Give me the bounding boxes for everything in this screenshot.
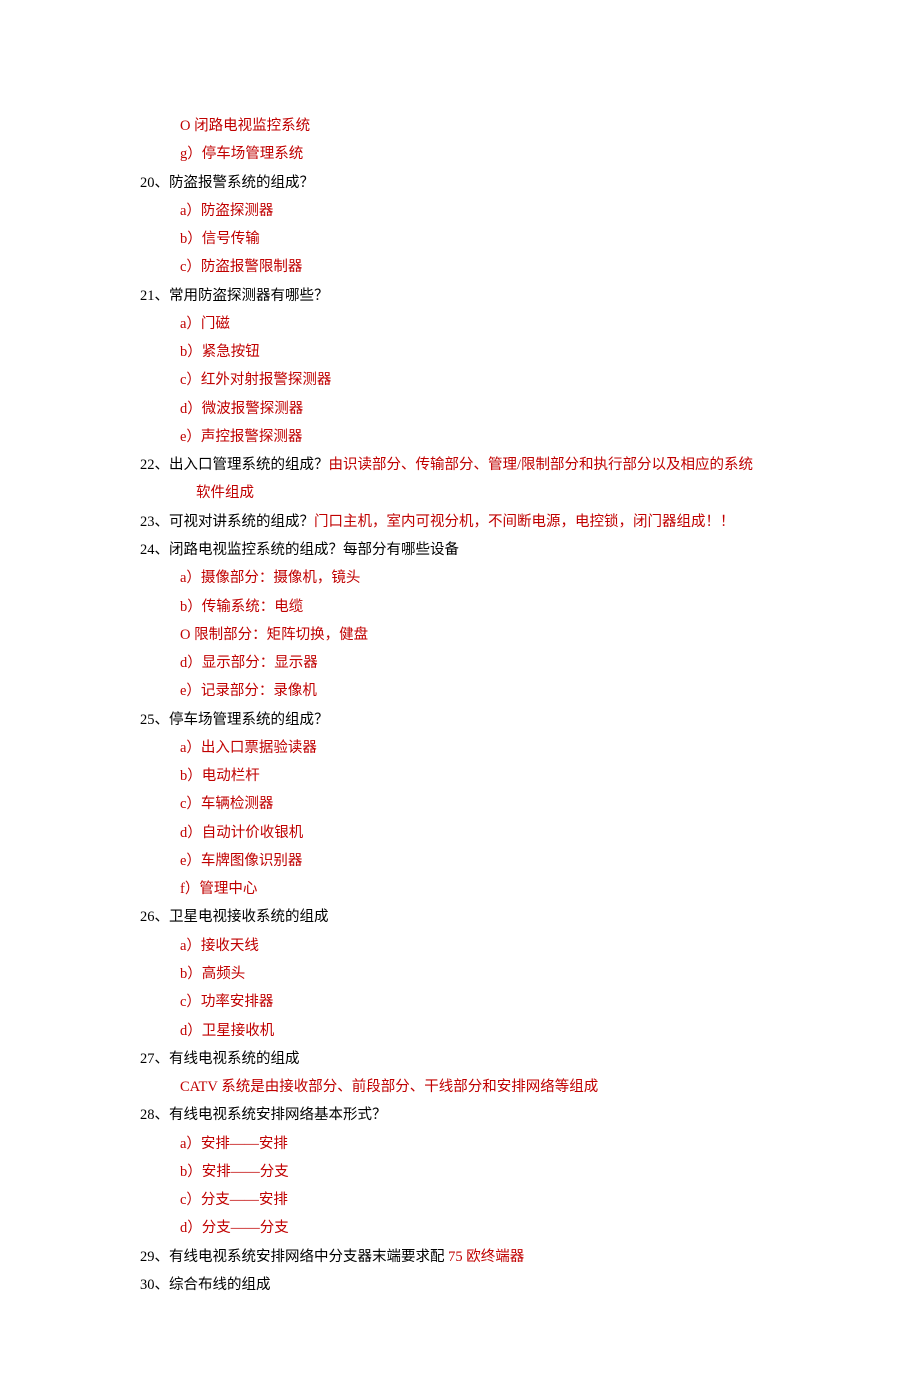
text-line: b）安排――分支 [180,1158,780,1186]
text-span: 75 欧终端器 [448,1249,524,1265]
text-span: 由识读部分、传输部分、管理/限制部分和执行部分以及相应的系统 [329,457,754,473]
text-line: a）接收天线 [180,932,780,960]
text-span: 29、有线电视系统安排网络中分支器末端要求配 [140,1249,448,1265]
text-line: b）高频头 [180,960,780,988]
text-line: b）电动栏杆 [180,762,780,790]
text-line: CATV 系统是由接收部分、前段部分、干线部分和安排网络等组成 [180,1073,780,1101]
text-span: 24、闭路电视监控系统的组成？每部分有哪些设备 [140,542,459,558]
text-line: c）车辆检测器 [180,790,780,818]
text-line: a）出入口票据验读器 [180,734,780,762]
text-line: 28、有线电视系统安排网络基本形式？ [140,1101,780,1129]
text-line: g）停车场管理系统 [180,140,780,168]
text-line: e）车牌图像识别器 [180,847,780,875]
text-line: 22、出入口管理系统的组成？由识读部分、传输部分、管理/限制部分和执行部分以及相… [140,451,780,479]
text-line: b）信号传输 [180,225,780,253]
text-line: d）分支――分支 [180,1214,780,1242]
text-line: a）摄像部分：摄像机，镜头 [180,564,780,592]
text-span: 21、常用防盗探测器有哪些？ [140,288,329,304]
text-line: 23、可视对讲系统的组成？门口主机，室内可视分机，不间断电源，电控锁，闭门器组成… [140,508,780,536]
text-span: 20、防盗报警系统的组成？ [140,175,314,191]
text-span: 26、卫星电视接收系统的组成 [140,909,329,925]
text-line: 29、有线电视系统安排网络中分支器末端要求配 75 欧终端器 [140,1243,780,1271]
text-line: 软件组成 [196,479,780,507]
text-span: 28、有线电视系统安排网络基本形式？ [140,1107,387,1123]
text-line: d）卫星接收机 [180,1017,780,1045]
text-line: 27、有线电视系统的组成 [140,1045,780,1073]
text-line: O 限制部分：矩阵切换，健盘 [180,621,780,649]
text-line: e）记录部分：录像机 [180,677,780,705]
text-line: 24、闭路电视监控系统的组成？每部分有哪些设备 [140,536,780,564]
document-body: O 闭路电视监控系统g）停车场管理系统20、防盗报警系统的组成？a）防盗探测器b… [140,112,780,1299]
text-line: 20、防盗报警系统的组成？ [140,169,780,197]
text-span: 25、停车场管理系统的组成？ [140,712,329,728]
text-line: 26、卫星电视接收系统的组成 [140,903,780,931]
text-line: a）防盗探测器 [180,197,780,225]
text-line: c）功率安排器 [180,988,780,1016]
text-line: b）传输系统：电缆 [180,593,780,621]
text-line: b）紧急按钮 [180,338,780,366]
text-span: 门口主机，室内可视分机，不间断电源，电控锁，闭门器组成！！ [314,514,735,530]
text-line: e）声控报警探测器 [180,423,780,451]
text-line: c）分支――安排 [180,1186,780,1214]
text-span: 30、综合布线的组成 [140,1277,271,1293]
text-span: 22、出入口管理系统的组成？ [140,457,329,473]
text-line: d）显示部分：显示器 [180,649,780,677]
text-line: 25、停车场管理系统的组成？ [140,706,780,734]
text-line: d）微波报警探测器 [180,395,780,423]
text-line: f）管理中心 [180,875,780,903]
text-span: 27、有线电视系统的组成 [140,1051,300,1067]
text-span: 23、可视对讲系统的组成？ [140,514,314,530]
text-line: c）防盗报警限制器 [180,253,780,281]
text-line: d）自动计价收银机 [180,819,780,847]
text-line: a）门磁 [180,310,780,338]
text-line: a）安排――安排 [180,1130,780,1158]
text-line: O 闭路电视监控系统 [180,112,780,140]
text-line: 30、综合布线的组成 [140,1271,780,1299]
text-line: 21、常用防盗探测器有哪些？ [140,282,780,310]
text-line: c）红外对射报警探测器 [180,366,780,394]
